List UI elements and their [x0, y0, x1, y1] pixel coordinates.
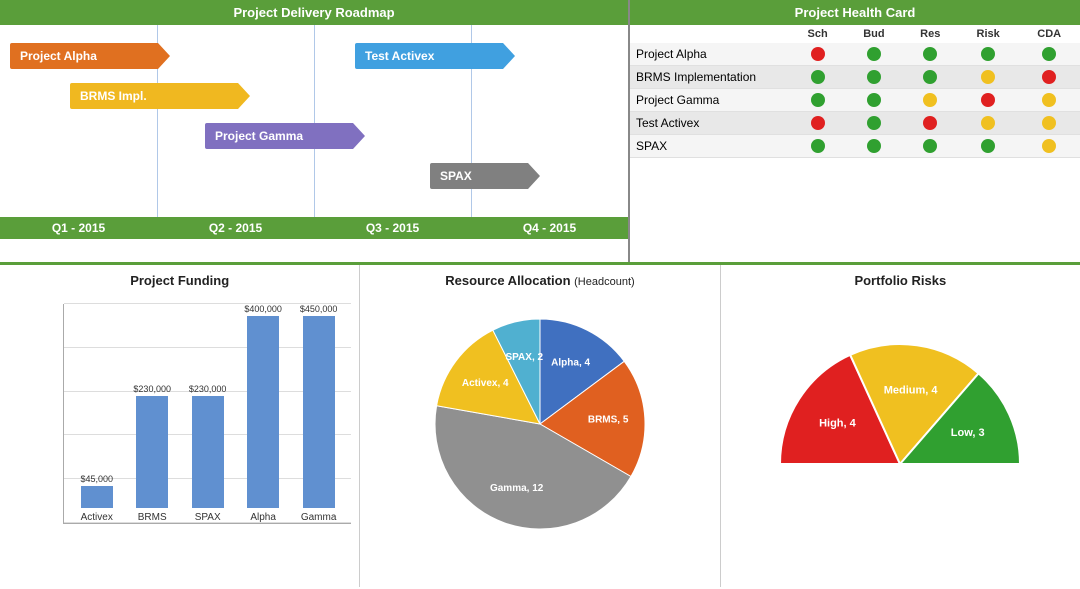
health-dot-0-2	[903, 43, 958, 66]
health-table: Sch Bud Res Risk CDA Project AlphaBRMS I…	[630, 25, 1080, 158]
col-cda: CDA	[1018, 25, 1080, 43]
health-table-row: Project Alpha	[630, 43, 1080, 66]
funding-bar-brms: $230,000 BRMS	[124, 304, 179, 523]
q2-label: Q2 - 2015	[157, 217, 314, 239]
health-dot-2-2	[903, 89, 958, 112]
resource-title: Resource Allocation (Headcount)	[368, 273, 711, 288]
funding-bar-gamma: $450,000 Gamma	[291, 304, 346, 523]
health-dot-1-2	[903, 66, 958, 89]
funding-panel: Project Funding $45,000 Activex $230,000 BR…	[0, 265, 360, 587]
bar-value-label: $230,000	[133, 384, 171, 394]
health-dot-3-1	[845, 112, 902, 135]
gantt-bar-gamma: Project Gamma	[205, 123, 365, 149]
q4-label: Q4 - 2015	[471, 217, 628, 239]
health-project-name-2: Project Gamma	[630, 89, 790, 112]
bar-rect	[247, 316, 279, 508]
health-dot-3-0	[790, 112, 845, 135]
health-dot-4-0	[790, 135, 845, 158]
health-dot-0-4	[1018, 43, 1080, 66]
bar-value-label: $45,000	[80, 474, 113, 484]
col-risk: Risk	[958, 25, 1019, 43]
bar-rect	[192, 396, 224, 508]
gantt-bar-brms: BRMS Impl.	[70, 83, 250, 109]
funding-title: Project Funding	[8, 273, 351, 288]
bar-value-label: $400,000	[244, 304, 282, 314]
pie-label-0: Alpha, 4	[551, 358, 590, 369]
health-dot-2-0	[790, 89, 845, 112]
q3-label: Q3 - 2015	[314, 217, 471, 239]
pie-label-2: Gamma, 12	[490, 483, 544, 494]
bar-value-label: $230,000	[189, 384, 227, 394]
pie-label-1: BRMS, 5	[588, 415, 629, 426]
health-project-name-1: BRMS Implementation	[630, 66, 790, 89]
health-dot-4-2	[903, 135, 958, 158]
health-dot-1-3	[958, 66, 1019, 89]
health-header: Project Health Card	[630, 0, 1080, 25]
health-dot-3-2	[903, 112, 958, 135]
health-table-row: Project Gamma	[630, 89, 1080, 112]
vline-q2	[314, 25, 315, 217]
risks-title: Portfolio Risks	[729, 273, 1072, 288]
bar-rect	[136, 396, 168, 508]
gauge-label-2: Low, 3	[951, 427, 985, 439]
health-dot-0-3	[958, 43, 1019, 66]
col-project	[630, 25, 790, 43]
bar-rect	[81, 486, 113, 508]
gantt-bar-activex: Test Activex	[355, 43, 515, 69]
health-dot-1-4	[1018, 66, 1080, 89]
q1-label: Q1 - 2015	[0, 217, 157, 239]
health-dot-2-4	[1018, 89, 1080, 112]
risks-gauge-chart: High, 4 Medium, 4 Low, 3	[760, 314, 1040, 494]
health-dot-0-1	[845, 43, 902, 66]
health-card-panel: Sch Bud Res Risk CDA Project AlphaBRMS I…	[630, 25, 1080, 262]
bar-x-label: Activex	[81, 512, 113, 523]
bar-value-label: $450,000	[300, 304, 338, 314]
gauge-label-0: High, 4	[819, 418, 857, 430]
col-res: Res	[903, 25, 958, 43]
bar-x-label: BRMS	[138, 512, 167, 523]
health-dot-0-0	[790, 43, 845, 66]
gauge-label-1: Medium, 4	[884, 384, 939, 396]
health-project-name-4: SPAX	[630, 135, 790, 158]
health-dot-1-1	[845, 66, 902, 89]
health-dot-4-3	[958, 135, 1019, 158]
health-dot-2-1	[845, 89, 902, 112]
health-dot-1-0	[790, 66, 845, 89]
health-dot-4-4	[1018, 135, 1080, 158]
pie-label-3: Activex, 4	[462, 378, 509, 389]
health-table-row: Test Activex	[630, 112, 1080, 135]
pie-label-4: SPAX, 2	[505, 352, 543, 363]
roadmap-panel: Project Alpha BRMS Impl. Project Gamma Test…	[0, 25, 630, 262]
health-dot-3-4	[1018, 112, 1080, 135]
funding-bar-spax: $230,000 SPAX	[180, 304, 235, 523]
col-bud: Bud	[845, 25, 902, 43]
health-table-row: BRMS Implementation	[630, 66, 1080, 89]
resource-pie-chart: Alpha, 4 BRMS, 5 Gamma, 12 Activex, 4 SPAX, …	[420, 304, 660, 544]
health-dot-4-1	[845, 135, 902, 158]
health-project-name-3: Test Activex	[630, 112, 790, 135]
health-table-row: SPAX	[630, 135, 1080, 158]
bar-x-label: SPAX	[195, 512, 221, 523]
roadmap-header: Project Delivery Roadmap	[0, 0, 630, 25]
bar-x-label: Gamma	[301, 512, 337, 523]
funding-bar-activex: $45,000 Activex	[69, 304, 124, 523]
health-dot-2-3	[958, 89, 1019, 112]
health-dot-3-3	[958, 112, 1019, 135]
health-project-name-0: Project Alpha	[630, 43, 790, 66]
funding-bar-alpha: $400,000 Alpha	[235, 304, 290, 523]
bar-x-label: Alpha	[250, 512, 276, 523]
risks-panel: Portfolio Risks High, 4 Medium, 4 Low, 3	[721, 265, 1080, 587]
gantt-bar-spax: SPAX	[430, 163, 540, 189]
quarter-labels: Q1 - 2015 Q2 - 2015 Q3 - 2015 Q4 - 2015	[0, 217, 628, 239]
gantt-bar-alpha: Project Alpha	[10, 43, 170, 69]
col-sch: Sch	[790, 25, 845, 43]
bar-rect	[303, 316, 335, 508]
resource-panel: Resource Allocation (Headcount) Alpha, 4…	[360, 265, 720, 587]
